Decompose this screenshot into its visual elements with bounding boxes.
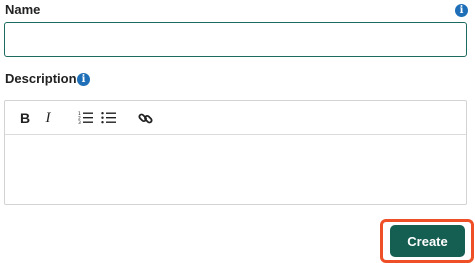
description-info-icon[interactable]: i xyxy=(77,73,90,86)
bullet-list-icon[interactable] xyxy=(100,109,118,127)
description-content-area[interactable] xyxy=(5,136,466,204)
editor-toolbar: B I 1 2 3 xyxy=(5,101,466,135)
bold-icon[interactable]: B xyxy=(16,109,34,127)
description-label: Description xyxy=(5,71,77,86)
description-editor: B I 1 2 3 xyxy=(4,100,467,205)
svg-text:3: 3 xyxy=(78,120,81,125)
name-info-icon[interactable]: i xyxy=(455,4,468,17)
italic-icon[interactable]: I xyxy=(39,109,57,127)
link-icon[interactable] xyxy=(136,109,154,127)
create-button[interactable]: Create xyxy=(390,225,465,257)
ordered-list-icon[interactable]: 1 2 3 xyxy=(77,109,95,127)
name-label: Name xyxy=(5,2,41,17)
name-input[interactable] xyxy=(4,22,467,57)
